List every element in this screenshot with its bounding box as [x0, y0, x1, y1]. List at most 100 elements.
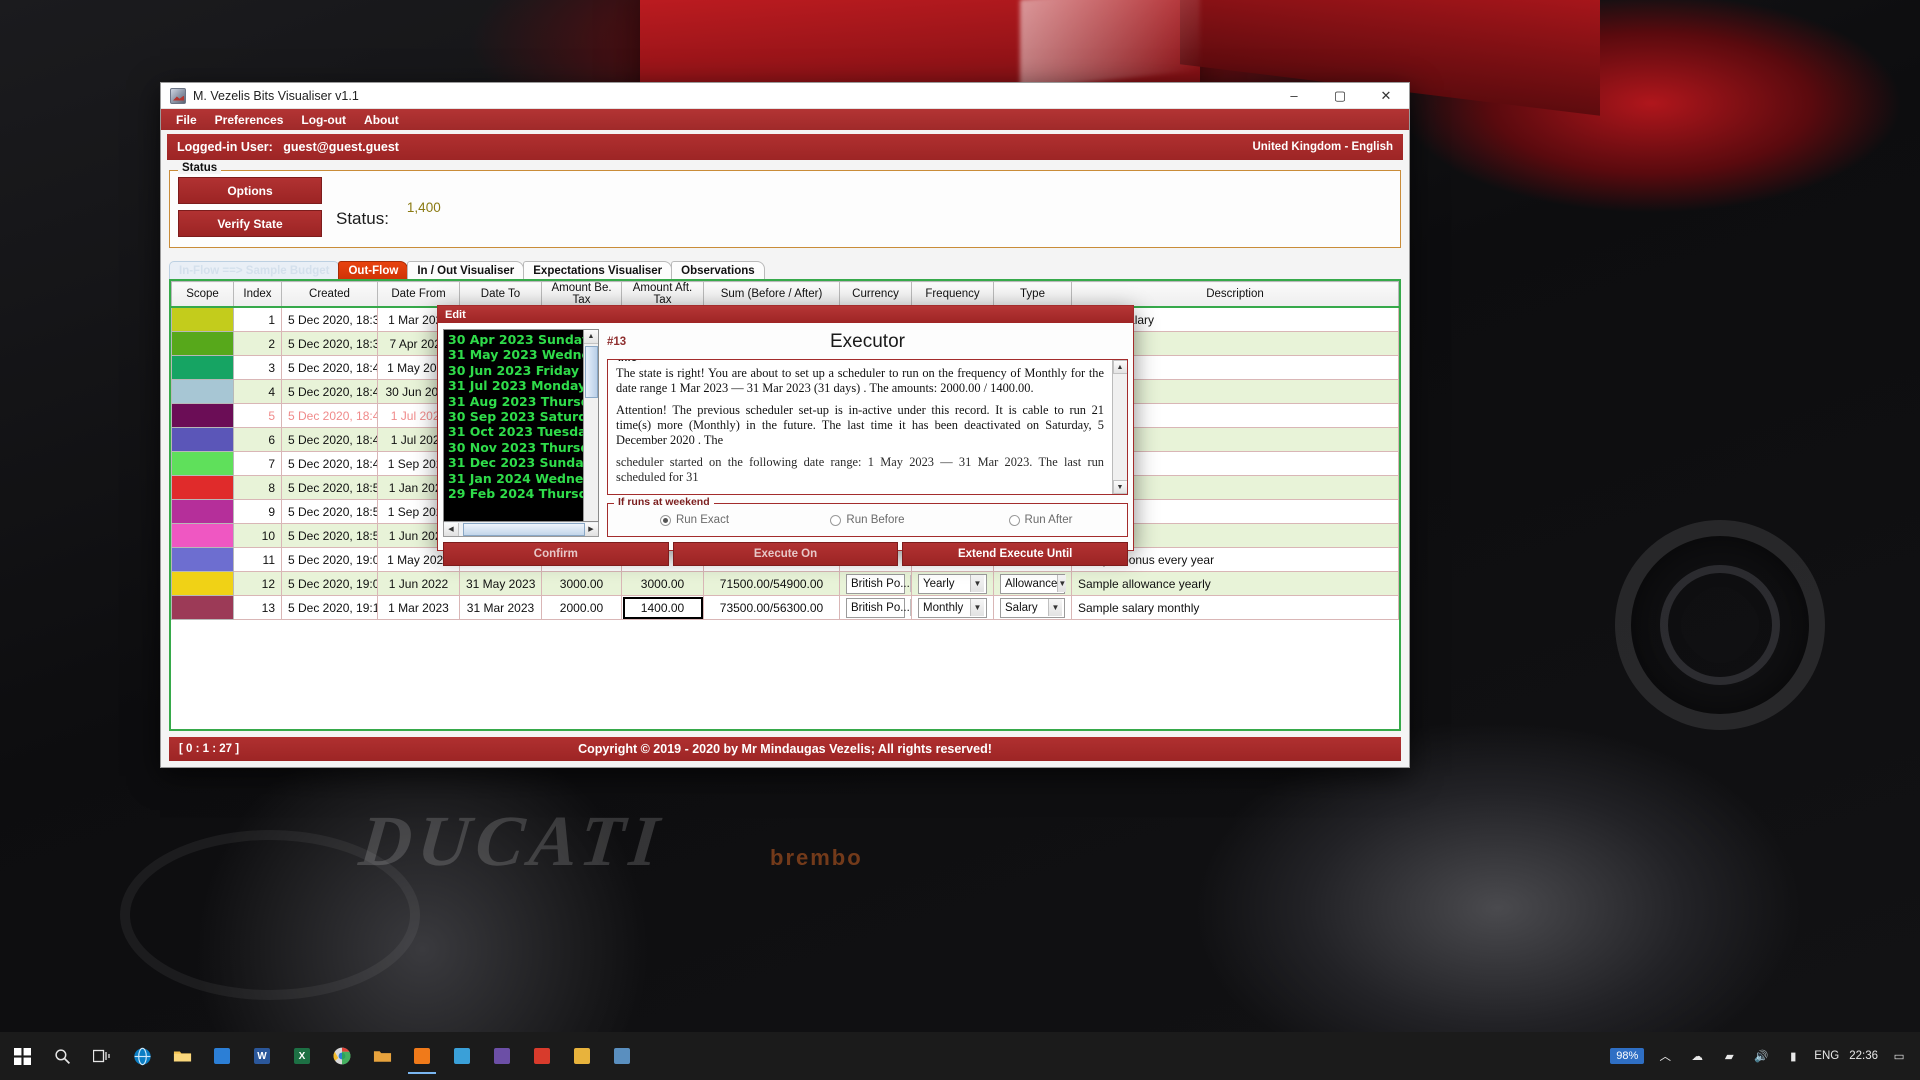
- cell-frequency[interactable]: Monthly ▼: [911, 595, 994, 620]
- notes-icon[interactable]: [202, 1036, 242, 1076]
- chrome-icon[interactable]: [322, 1036, 362, 1076]
- scheduled-date-item[interactable]: 31 Oct 2023 Tuesday: [448, 424, 583, 439]
- scope-colour-swatch[interactable]: [171, 571, 234, 596]
- cell-frequency-combobox[interactable]: Yearly ▼: [918, 573, 987, 594]
- dates-scroll-up-icon[interactable]: ▲: [583, 330, 598, 344]
- dates-scroll-left-icon[interactable]: ◀: [444, 522, 459, 536]
- cell-sum[interactable]: 71500.00/54900.00: [703, 571, 840, 596]
- close-button[interactable]: ✕: [1363, 83, 1409, 109]
- cell-amount-before-tax[interactable]: 3000.00: [541, 571, 622, 596]
- scheduled-date-item[interactable]: 30 Apr 2023 Sunday: [448, 332, 583, 347]
- column-header-scope[interactable]: Scope: [171, 281, 234, 308]
- column-header-sum[interactable]: Sum (Before / After): [703, 281, 840, 308]
- column-header-amount-after-tax[interactable]: Amount Aft. Tax: [621, 281, 704, 308]
- info-scroll-down-icon[interactable]: ▼: [1112, 480, 1127, 494]
- cell-index[interactable]: 3: [233, 355, 282, 380]
- scope-colour-swatch[interactable]: [171, 451, 234, 476]
- scheduled-date-item[interactable]: 31 Dec 2023 Sunday: [448, 455, 583, 470]
- cell-frequency[interactable]: Yearly ▼: [911, 571, 994, 596]
- cell-created[interactable]: 5 Dec 2020, 18:5...: [281, 475, 378, 500]
- column-header-date-from[interactable]: Date From: [377, 281, 460, 308]
- scope-colour-swatch[interactable]: [171, 427, 234, 452]
- scheduled-date-item[interactable]: 31 May 2023 Wednesday: [448, 347, 583, 362]
- cell-index[interactable]: 4: [233, 379, 282, 404]
- cell-description[interactable]: Sample salary monthly: [1071, 595, 1399, 620]
- notifications-icon[interactable]: ▭: [1888, 1049, 1910, 1063]
- scope-colour-swatch[interactable]: [171, 331, 234, 356]
- cell-type[interactable]: Salary ▼: [993, 595, 1072, 620]
- browser-icon[interactable]: [122, 1036, 162, 1076]
- column-header-date-to[interactable]: Date To: [459, 281, 542, 308]
- show-hidden-icons-chevron-icon[interactable]: ︿: [1654, 1048, 1676, 1064]
- column-header-index[interactable]: Index: [233, 281, 282, 308]
- cell-created[interactable]: 5 Dec 2020, 18:3...: [281, 331, 378, 356]
- tab-in-out-visualiser[interactable]: In / Out Visualiser: [407, 261, 525, 279]
- table-row[interactable]: 135 Dec 2020, 19:1...1 Mar 202331 Mar 20…: [171, 595, 1399, 620]
- tab-expectations-visualiser[interactable]: Expectations Visualiser: [523, 261, 673, 279]
- clipboard-icon[interactable]: [562, 1036, 602, 1076]
- cell-created[interactable]: 5 Dec 2020, 19:0...: [281, 571, 378, 596]
- cell-index[interactable]: 8: [233, 475, 282, 500]
- media-icon[interactable]: [482, 1036, 522, 1076]
- onedrive-icon[interactable]: ☁: [1686, 1049, 1708, 1063]
- maximize-button[interactable]: ▢: [1317, 83, 1363, 109]
- cell-created[interactable]: 5 Dec 2020, 19:1...: [281, 595, 378, 620]
- column-header-description[interactable]: Description: [1071, 281, 1399, 308]
- options-button[interactable]: Options: [178, 177, 322, 204]
- word-icon[interactable]: W: [242, 1036, 282, 1076]
- column-header-amount-before-tax[interactable]: Amount Be. Tax: [541, 281, 622, 308]
- radio-run-after[interactable]: Run After: [954, 514, 1127, 526]
- cell-type-combobox[interactable]: Salary ▼: [1000, 597, 1065, 618]
- cell-created[interactable]: 5 Dec 2020, 18:4...: [281, 379, 378, 404]
- mail-icon[interactable]: [522, 1036, 562, 1076]
- cell-date-from[interactable]: 1 Mar 2023: [377, 595, 460, 620]
- cell-amount-after-tax[interactable]: 3000.00: [621, 571, 704, 596]
- scope-colour-swatch[interactable]: [171, 499, 234, 524]
- cell-index[interactable]: 10: [233, 523, 282, 548]
- scheduled-date-item[interactable]: 30 Nov 2023 Thursday: [448, 440, 583, 455]
- tab-out-flow[interactable]: Out-Flow: [338, 261, 409, 279]
- cell-type[interactable]: Allowance ▼: [993, 571, 1072, 596]
- settings-icon[interactable]: [602, 1036, 642, 1076]
- menu-item-file[interactable]: File: [167, 111, 206, 129]
- cell-currency-combobox[interactable]: British Po...▼: [846, 573, 911, 594]
- column-header-frequency[interactable]: Frequency: [911, 281, 994, 308]
- cell-created[interactable]: 5 Dec 2020, 18:5...: [281, 499, 378, 524]
- cell-date-to[interactable]: 31 Mar 2023: [459, 595, 542, 620]
- table-row[interactable]: 125 Dec 2020, 19:0...1 Jun 202231 May 20…: [171, 571, 1399, 596]
- input-language-indicator[interactable]: ENG: [1814, 1050, 1839, 1062]
- cell-index[interactable]: 13: [233, 595, 282, 620]
- scheduled-date-item[interactable]: 29 Feb 2024 Thursday: [448, 486, 583, 501]
- start-icon[interactable]: [2, 1036, 42, 1076]
- explorer-icon[interactable]: [162, 1036, 202, 1076]
- cell-created[interactable]: 5 Dec 2020, 18:3...: [281, 306, 378, 332]
- scheduled-dates-list[interactable]: 30 Apr 2023 Sunday31 May 2023 Wednesday 3…: [443, 329, 599, 522]
- cell-created[interactable]: 5 Dec 2020, 18:5...: [281, 523, 378, 548]
- execute-on-button[interactable]: Execute On: [672, 542, 899, 566]
- cell-created[interactable]: 5 Dec 2020, 18:4...: [281, 355, 378, 380]
- cell-amount-before-tax[interactable]: 2000.00: [541, 595, 622, 620]
- folder-icon[interactable]: [362, 1036, 402, 1076]
- menu-item-preferences[interactable]: Preferences: [206, 111, 293, 129]
- scheduled-date-item[interactable]: 31 Aug 2023 Thursday: [448, 394, 583, 409]
- app-icon[interactable]: [442, 1036, 482, 1076]
- column-header-created[interactable]: Created: [281, 281, 378, 308]
- minimize-button[interactable]: –: [1271, 83, 1317, 109]
- chevron-down-icon[interactable]: ▼: [970, 575, 984, 592]
- excel-icon[interactable]: X: [282, 1036, 322, 1076]
- cell-sum[interactable]: 73500.00/56300.00: [703, 595, 840, 620]
- verify-state-button[interactable]: Verify State: [178, 210, 322, 237]
- scope-colour-swatch[interactable]: [171, 595, 234, 620]
- cell-amount-after-tax[interactable]: 1400.00: [621, 595, 704, 620]
- cell-created[interactable]: 5 Dec 2020, 18:4...: [281, 403, 378, 428]
- cell-currency[interactable]: British Po...▼: [839, 571, 912, 596]
- cell-date-to[interactable]: 31 May 2023: [459, 571, 542, 596]
- tab-in-flow-sample-budget[interactable]: In-Flow ==> Sample Budget: [169, 261, 340, 279]
- search-icon[interactable]: [42, 1036, 82, 1076]
- menu-item-about[interactable]: About: [355, 111, 408, 129]
- cell-type-combobox[interactable]: Allowance ▼: [1000, 573, 1067, 594]
- cell-index[interactable]: 12: [233, 571, 282, 596]
- info-scroll-up-icon[interactable]: ▲: [1112, 360, 1127, 374]
- scheduled-date-item[interactable]: 31 Jan 2024 Wednesday: [448, 471, 583, 486]
- cell-index[interactable]: 9: [233, 499, 282, 524]
